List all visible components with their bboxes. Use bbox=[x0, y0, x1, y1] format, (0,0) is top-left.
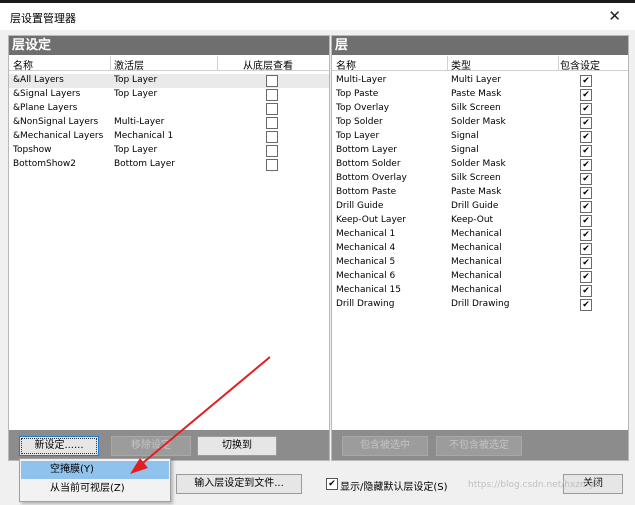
annotation-arrow-icon bbox=[130, 356, 271, 474]
